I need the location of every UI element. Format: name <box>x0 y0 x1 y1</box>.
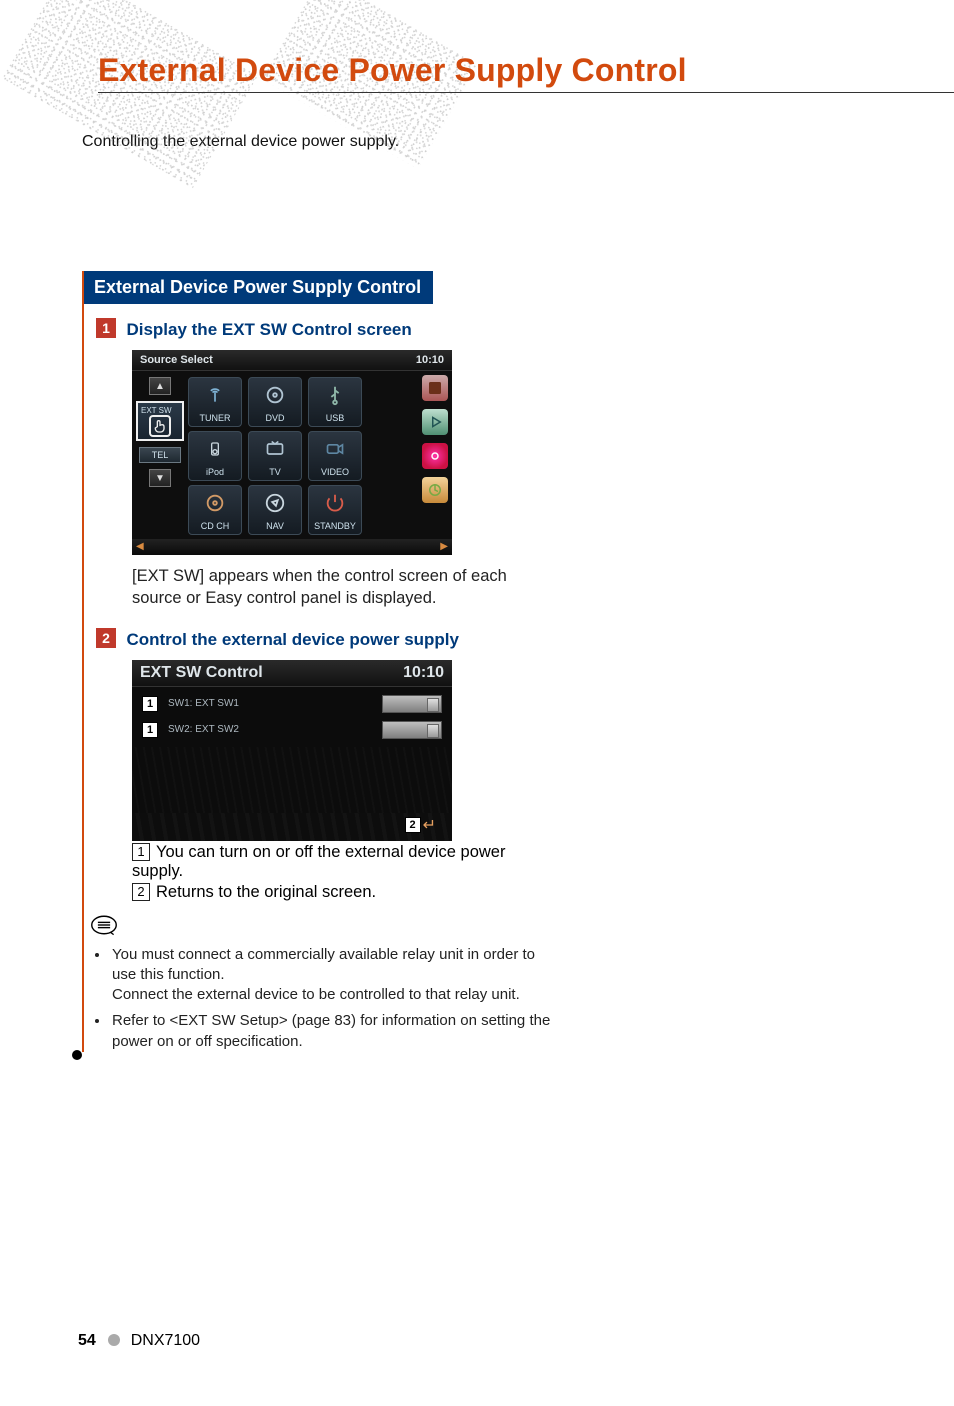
ipod-icon <box>201 438 229 460</box>
source-select-clock: 10:10 <box>416 354 444 366</box>
side-icon-4[interactable] <box>422 477 448 503</box>
callout-2-num: 2 <box>132 883 150 901</box>
section-end-dot <box>72 1050 82 1060</box>
page-title: External Device Power Supply Control <box>98 52 906 89</box>
callout-1-marker-b: 1 <box>142 722 158 738</box>
step-2-title: Control the external device power supply <box>126 630 459 649</box>
tv-icon <box>261 438 289 460</box>
disc-stack-icon <box>201 492 229 514</box>
disc-icon <box>261 384 289 406</box>
sw1-label: SW1: EXT SW1 <box>168 698 239 709</box>
ext-sw-control-title: EXT SW Control <box>140 664 263 682</box>
video-icon <box>321 438 349 460</box>
decorative-texture-a <box>2 0 258 188</box>
note-icon <box>90 914 562 941</box>
callout-2-text: 2Returns to the original screen. <box>132 883 552 902</box>
intro-text: Controlling the external device power su… <box>82 133 906 151</box>
side-icon-1[interactable] <box>422 375 448 401</box>
step-1-note: [EXT SW] appears when the control screen… <box>132 565 552 610</box>
usb-icon <box>321 384 349 406</box>
ext-sw-label: EXT SW <box>141 406 172 415</box>
source-cd-changer[interactable]: CD CH <box>188 485 242 535</box>
note-b: Refer to <EXT SW Setup> (page 83) for in… <box>110 1011 552 1052</box>
source-tv[interactable]: TV <box>248 431 302 481</box>
callout-1-marker: 1 <box>142 696 158 712</box>
source-tuner[interactable]: TUNER <box>188 377 242 427</box>
side-icon-3[interactable] <box>422 443 448 469</box>
callout-2-marker: 2 <box>405 817 421 833</box>
callout-1-text: 1You can turn on or off the external dev… <box>132 843 552 881</box>
scroll-down-button[interactable]: ▼ <box>149 469 171 487</box>
source-usb[interactable]: USB <box>308 377 362 427</box>
sw1-toggle[interactable] <box>382 695 442 713</box>
section-header: External Device Power Supply Control <box>84 271 433 304</box>
source-select-screen: Source Select 10:10 ▲ EXT SW TEL ▼ T <box>132 350 452 555</box>
step-2-number: 2 <box>96 628 116 648</box>
ext-sw-button[interactable]: EXT SW <box>136 401 184 441</box>
prev-page-icon[interactable]: ◀ <box>136 541 154 553</box>
source-standby[interactable]: STANDBY <box>308 485 362 535</box>
source-video[interactable]: VIDEO <box>308 431 362 481</box>
source-nav[interactable]: NAV <box>248 485 302 535</box>
sw2-toggle[interactable] <box>382 721 442 739</box>
radio-tower-icon <box>201 384 229 406</box>
tel-button[interactable]: TEL <box>139 447 181 463</box>
next-page-icon[interactable]: ▶ <box>430 541 448 553</box>
note-a: You must connect a commercially availabl… <box>110 945 552 1006</box>
page-footer: 54 DNX7100 <box>78 1332 200 1350</box>
footer-bullet-icon <box>108 1334 120 1346</box>
scroll-up-button[interactable]: ▲ <box>149 377 171 395</box>
compass-icon <box>261 492 289 514</box>
model-name: DNX7100 <box>131 1332 200 1349</box>
return-icon[interactable]: ↵ <box>423 815 436 835</box>
step-1-number: 1 <box>96 318 116 338</box>
sw2-label: SW2: EXT SW2 <box>168 724 239 735</box>
ext-sw-control-screen: EXT SW Control 10:10 1 SW1: EXT SW1 1 SW… <box>132 660 452 841</box>
callout-1-num: 1 <box>132 843 150 861</box>
side-icon-2[interactable] <box>422 409 448 435</box>
hand-icon <box>149 415 171 437</box>
step-1-title: Display the EXT SW Control screen <box>126 320 411 339</box>
source-dvd[interactable]: DVD <box>248 377 302 427</box>
source-select-title: Source Select <box>140 354 213 366</box>
title-rule <box>98 92 954 93</box>
ext-sw-control-clock: 10:10 <box>403 664 444 682</box>
page-number: 54 <box>78 1332 96 1349</box>
power-icon <box>321 492 349 514</box>
source-ipod[interactable]: iPod <box>188 431 242 481</box>
